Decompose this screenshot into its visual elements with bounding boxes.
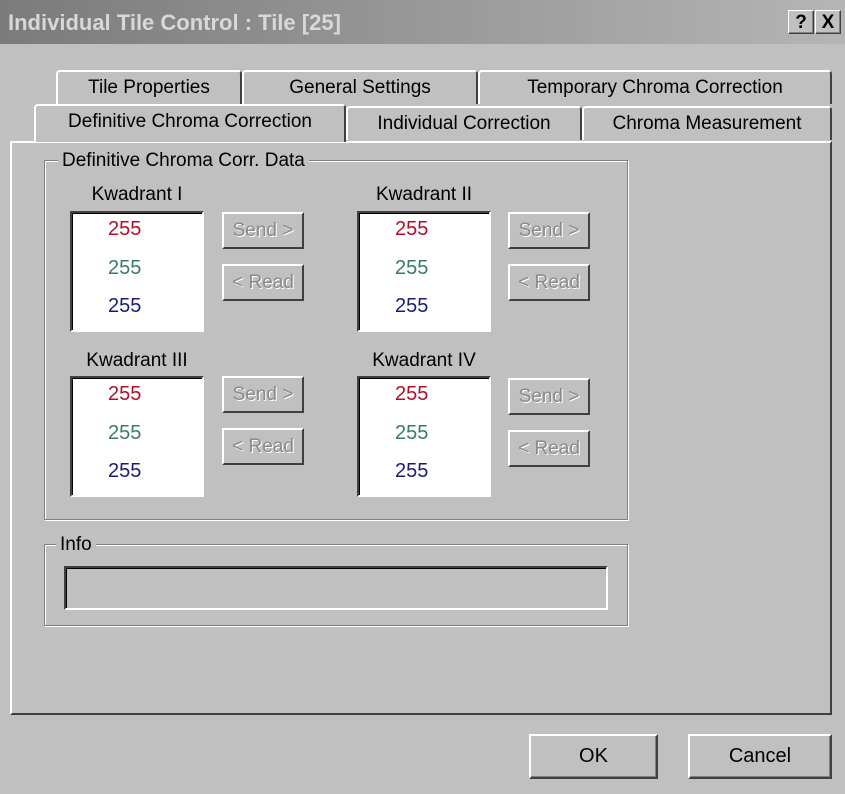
quadrant-4-green: 255 xyxy=(395,422,429,444)
quadrant-3-green: 255 xyxy=(108,422,142,444)
quadrant-3-send-button[interactable]: Send > xyxy=(222,376,304,413)
quadrant-2-send-button[interactable]: Send > xyxy=(508,212,590,249)
window-title: Individual Tile Control : Tile [25] xyxy=(8,10,341,35)
ok-button[interactable]: OK xyxy=(529,734,658,779)
help-button[interactable]: ? xyxy=(788,10,814,34)
quadrant-3-blue: 255 xyxy=(108,460,142,482)
quadrant-3-label: Kwadrant III xyxy=(86,350,188,371)
quadrant-2-label: Kwadrant II xyxy=(375,184,473,205)
quadrant-2-values: 255 255 255 xyxy=(357,211,491,332)
quadrant-3-red: 255 xyxy=(108,383,142,405)
quadrant-1-read-button[interactable]: < Read xyxy=(222,264,304,301)
quadrant-1-label: Kwadrant I xyxy=(91,184,183,205)
tab-chroma-measurement[interactable]: Chroma Measurement xyxy=(582,106,832,140)
quadrant-1-values: 255 255 255 xyxy=(70,211,204,332)
title-bar: Individual Tile Control : Tile [25] ? X xyxy=(0,0,845,44)
tab-temporary-chroma-correction[interactable]: Temporary Chroma Correction xyxy=(478,70,832,104)
cancel-button[interactable]: Cancel xyxy=(688,734,832,779)
quadrant-4-label: Kwadrant IV xyxy=(372,350,476,371)
tab-tile-properties[interactable]: Tile Properties xyxy=(56,70,242,104)
quadrant-4-values: 255 255 255 xyxy=(357,376,491,497)
quadrant-4-read-button[interactable]: < Read xyxy=(508,430,590,467)
quadrant-4-send-button[interactable]: Send > xyxy=(508,378,590,415)
close-button[interactable]: X xyxy=(815,10,841,34)
quadrant-3-read-button[interactable]: < Read xyxy=(222,428,304,465)
quadrant-4-blue: 255 xyxy=(395,460,429,482)
quadrant-4-red: 255 xyxy=(395,383,429,405)
quadrant-1-blue: 255 xyxy=(108,295,142,317)
quadrant-2-red: 255 xyxy=(395,218,429,240)
quadrant-2-read-button[interactable]: < Read xyxy=(508,264,590,301)
quadrant-3-values: 255 255 255 xyxy=(70,376,204,497)
quadrant-1-green: 255 xyxy=(108,257,142,279)
info-group-title: Info xyxy=(56,534,96,556)
chroma-data-group-title: Definitive Chroma Corr. Data xyxy=(58,150,309,172)
quadrant-1-red: 255 xyxy=(108,218,142,240)
quadrant-1-send-button[interactable]: Send > xyxy=(222,212,304,249)
tab-definitive-chroma-correction[interactable]: Definitive Chroma Correction xyxy=(34,104,346,142)
quadrant-2-blue: 255 xyxy=(395,295,429,317)
quadrant-2-green: 255 xyxy=(395,257,429,279)
info-field xyxy=(64,566,608,610)
tab-individual-correction[interactable]: Individual Correction xyxy=(346,106,582,140)
tab-general-settings[interactable]: General Settings xyxy=(242,70,478,104)
